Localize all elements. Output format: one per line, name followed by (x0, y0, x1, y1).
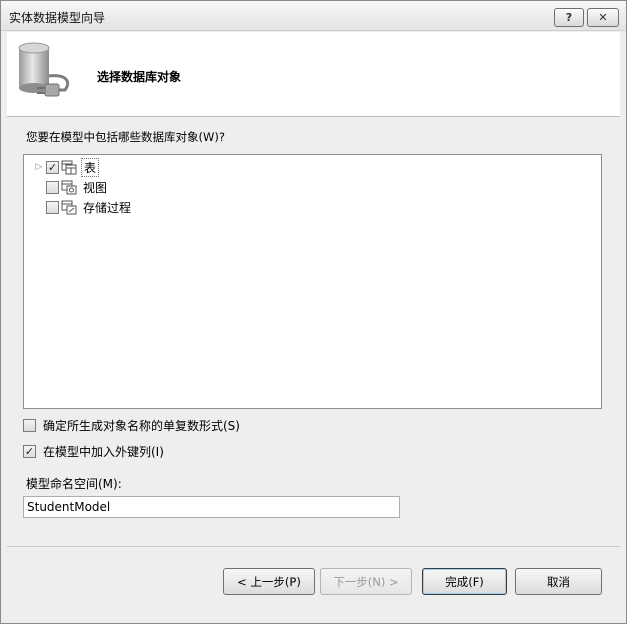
page-title: 选择数据库对象 (97, 70, 182, 84)
close-button[interactable]: ✕ (587, 8, 619, 27)
namespace-input[interactable] (23, 496, 400, 518)
foreign-keys-label[interactable]: 在模型中加入外键列(I) (43, 443, 164, 460)
window-title: 实体数据模型向导 (9, 11, 106, 25)
view-icon (61, 180, 77, 195)
database-objects-tree[interactable]: ▷ ✓ 表 ▷ 视图 ▷ (23, 154, 602, 409)
table-icon (61, 160, 77, 175)
next-button[interactable]: 下一步(N) > (320, 568, 412, 595)
tables-label: 表 (81, 157, 100, 177)
tables-checkbox[interactable]: ✓ (46, 160, 59, 174)
divider (7, 546, 620, 547)
views-label: 视图 (83, 180, 108, 195)
stored-procedure-icon (61, 200, 77, 215)
expand-arrow-icon[interactable]: ▷ (32, 162, 46, 172)
foreign-keys-option[interactable]: ✓ 在模型中加入外键列(I) (23, 443, 164, 460)
tree-item-views[interactable]: ▷ 视图 (32, 178, 109, 196)
previous-button[interactable]: < 上一步(P) (223, 568, 315, 595)
pluralize-checkbox[interactable] (23, 419, 36, 432)
wizard-window: 实体数据模型向导 ? ✕ 选择数据库对象 您要在模型中包括哪些数据库对象(W)? (0, 0, 627, 624)
foreign-keys-checkbox[interactable]: ✓ (23, 445, 36, 458)
database-connect-icon (18, 42, 70, 97)
pluralize-option[interactable]: 确定所生成对象名称的单复数形式(S) (23, 417, 240, 434)
pluralize-label[interactable]: 确定所生成对象名称的单复数形式(S) (43, 417, 240, 434)
cancel-button[interactable]: 取消 (515, 568, 602, 595)
title-bar[interactable]: 实体数据模型向导 ? ✕ (1, 1, 626, 31)
wizard-header: 选择数据库对象 (7, 32, 620, 117)
views-checkbox[interactable] (46, 180, 59, 194)
tree-item-stored-procedures[interactable]: ▷ 存储过程 (32, 198, 133, 216)
objects-question-label: 您要在模型中包括哪些数据库对象(W)? (26, 130, 225, 144)
tree-item-tables[interactable]: ▷ ✓ 表 (32, 157, 100, 177)
namespace-label: 模型命名空间(M): (26, 477, 122, 491)
stored-procedures-checkbox[interactable] (46, 200, 59, 214)
help-button[interactable]: ? (554, 8, 584, 27)
finish-button[interactable]: 完成(F) (422, 568, 507, 595)
stored-procedures-label: 存储过程 (83, 200, 132, 215)
